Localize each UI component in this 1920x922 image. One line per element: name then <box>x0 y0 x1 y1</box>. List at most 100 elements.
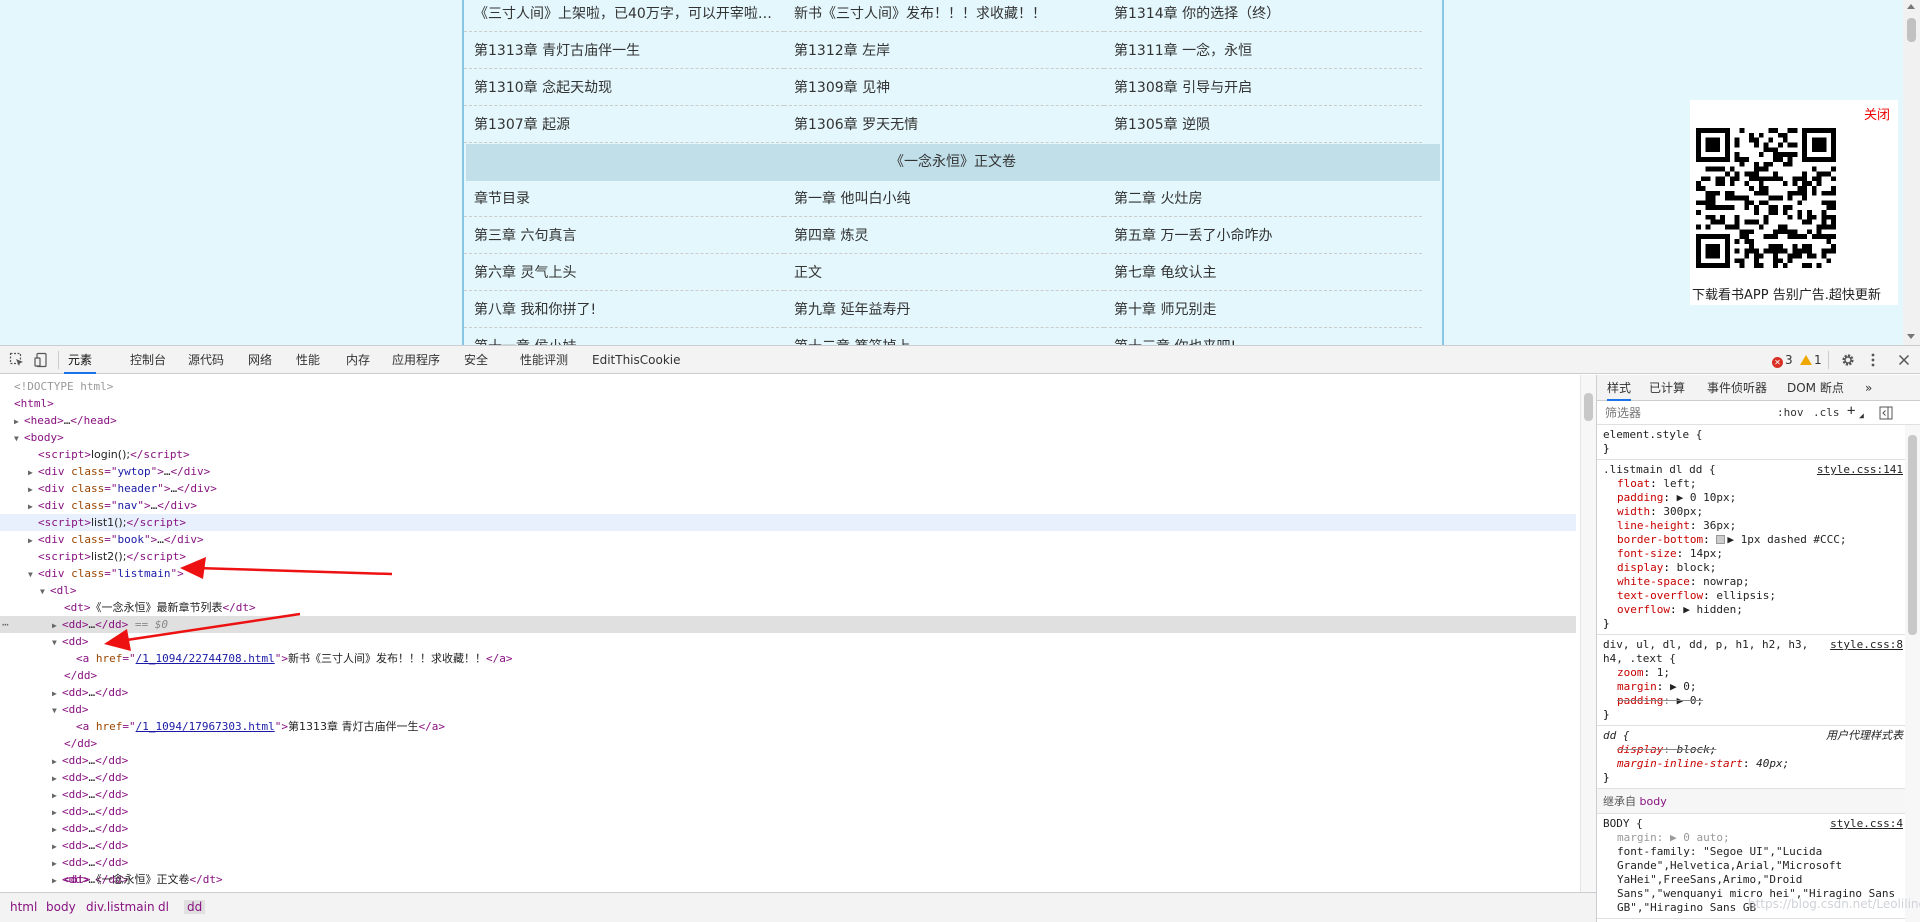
dom-a-2[interactable]: <a href="/1_1094/17967303.html">第1313章 青… <box>0 718 1576 735</box>
property-value[interactable]: ▶ 0 10px; <box>1677 491 1737 504</box>
property-value[interactable]: block; <box>1677 743 1717 756</box>
chapter-link[interactable]: 第十章 师兄别走 <box>1104 292 1422 328</box>
css-property[interactable]: display: block; <box>1603 743 1899 757</box>
chapter-link[interactable]: 第1312章 左岸 <box>784 33 1104 69</box>
ellipsis-icon[interactable]: ⋯ <box>2 616 9 633</box>
property-value[interactable]: 40px; <box>1756 757 1789 770</box>
chapter-link[interactable]: 章节目录 <box>464 181 784 217</box>
dom-dd-collapsed[interactable]: ▶ <dd>…</dd> <box>0 837 1576 854</box>
chapter-link[interactable]: 第1314章 你的选择（终） <box>1104 0 1422 32</box>
property-name[interactable]: padding <box>1617 491 1663 504</box>
chapter-link[interactable]: 第四章 炼灵 <box>784 218 1104 254</box>
devtools-tab[interactable]: 应用程序 <box>388 346 444 374</box>
chapter-link[interactable]: 第九章 延年益寿丹 <box>784 292 1104 328</box>
dom-div-nav[interactable]: ▶ <div class="nav">…</div> <box>0 497 1576 514</box>
dom-dl[interactable]: ▼ <dl> <box>0 582 1576 599</box>
css-property[interactable]: font-size: 14px; <box>1603 547 1899 561</box>
chapter-link[interactable]: 第二章 火灶房 <box>1104 181 1422 217</box>
settings-gear-icon[interactable] <box>1840 352 1856 368</box>
chapter-link[interactable]: 第五章 万一丢了小命咋办 <box>1104 218 1422 254</box>
chapter-link[interactable]: 第1305章 逆陨 <box>1104 107 1422 143</box>
chapter-link[interactable]: 新书《三寸人间》发布！！！求收藏！！ <box>784 0 1104 32</box>
class-toggle[interactable]: .cls <box>1813 406 1840 419</box>
chapter-link[interactable]: 第十一章 侯小妹 <box>464 329 784 345</box>
ad-close-button[interactable]: 关闭 <box>1864 104 1890 123</box>
expand-arrow-icon[interactable]: ▶ <box>52 685 62 702</box>
dom-dt-latest[interactable]: <dt>《一念永恒》最新章节列表</dt> <box>0 599 1576 616</box>
dom-script-list1[interactable]: <script>list1();</script> <box>0 514 1576 531</box>
new-rule-plus-icon[interactable]: + <box>1847 403 1855 419</box>
dom-dd-close-2[interactable]: </dd> <box>0 735 1576 752</box>
rule-source-link[interactable]: style.css:141 <box>1817 463 1903 477</box>
dom-dd-collapsed[interactable]: ▶ <dd>…</dd> <box>0 854 1576 871</box>
css-property[interactable]: padding: ▶ 0 10px; <box>1603 491 1899 505</box>
property-value[interactable]: ▶ 0; <box>1670 680 1697 693</box>
collapse-arrow-icon[interactable]: ▼ <box>52 702 62 719</box>
property-name[interactable]: padding <box>1617 694 1663 707</box>
elements-scrollbar[interactable] <box>1580 375 1596 892</box>
property-name[interactable]: font-size <box>1617 547 1677 560</box>
dom-div-listmain[interactable]: ▼ <div class="listmain"> <box>0 565 1576 582</box>
css-property[interactable]: white-space: nowrap; <box>1603 575 1899 589</box>
expand-arrow-icon[interactable]: ▶ <box>52 770 62 787</box>
chapter-link[interactable]: 第1308章 引导与开启 <box>1104 70 1422 106</box>
warning-count[interactable]: 1 <box>1800 353 1822 367</box>
devtools-tab[interactable]: 内存 <box>342 346 374 374</box>
dom-body[interactable]: ▼ <body> <box>0 429 1576 446</box>
hover-state-toggle[interactable]: :hov <box>1777 406 1804 419</box>
chapter-link[interactable]: 第三章 六句真言 <box>464 218 784 254</box>
expand-arrow-icon[interactable]: ▶ <box>52 855 62 872</box>
scrollbar-thumb[interactable] <box>1907 18 1916 42</box>
css-property[interactable]: float: left; <box>1603 477 1899 491</box>
rule-user-agent-dd[interactable]: dd { 用户代理样式表 display: block; margin-inlin… <box>1597 726 1905 789</box>
expand-arrow-icon[interactable]: ▶ <box>52 838 62 855</box>
breadcrumb-item[interactable]: div.listmain <box>86 900 155 914</box>
breadcrumb-item[interactable]: body <box>46 900 76 914</box>
dom-html[interactable]: <html> <box>0 395 1576 412</box>
css-property[interactable]: text-overflow: ellipsis; <box>1603 589 1899 603</box>
dom-dd-close-1[interactable]: </dd> <box>0 667 1576 684</box>
property-name[interactable]: display <box>1617 561 1663 574</box>
body-margin-prop[interactable]: margin: ▶ 0 auto; <box>1603 831 1899 845</box>
inherited-tag-link[interactable]: body <box>1640 795 1667 808</box>
css-property[interactable]: zoom: 1; <box>1603 666 1899 680</box>
css-property[interactable]: padding: ▶ 0; <box>1603 694 1899 708</box>
chapter-link[interactable]: 第1311章 一念，永恒 <box>1104 33 1422 69</box>
styles-tab[interactable]: DOM 断点 <box>1787 375 1844 401</box>
chapter-link[interactable]: 第七章 龟纹认主 <box>1104 255 1422 291</box>
property-name[interactable]: margin-inline-start <box>1617 757 1743 770</box>
rule-source-link[interactable]: style.css:4 <box>1830 817 1903 831</box>
property-name[interactable]: width <box>1617 505 1650 518</box>
chapter-link[interactable]: 第1307章 起源 <box>464 107 784 143</box>
toggle-sidebar-icon[interactable] <box>1879 406 1893 420</box>
property-value[interactable]: ▶ 1px dashed #CCC; <box>1727 533 1846 546</box>
property-value[interactable]: ellipsis; <box>1716 589 1776 602</box>
scroll-up-icon[interactable] <box>1907 4 1915 9</box>
devtools-tab[interactable]: 元素 <box>64 346 97 374</box>
chapter-link[interactable]: 第十三章 你也来吧! <box>1104 329 1422 345</box>
breadcrumb-item[interactable]: dd <box>184 900 206 914</box>
breadcrumb-item[interactable]: dl <box>158 900 169 914</box>
dom-div-book[interactable]: ▶ <div class="book">…</div> <box>0 531 1576 548</box>
chapter-link[interactable]: 正文 <box>784 255 1104 291</box>
property-value[interactable]: block; <box>1677 561 1717 574</box>
error-count[interactable]: ✕ 3 <box>1772 353 1793 368</box>
property-name[interactable]: float <box>1617 477 1650 490</box>
dom-div-header[interactable]: ▶ <div class="header">…</div> <box>0 480 1576 497</box>
css-property[interactable]: overflow: ▶ hidden; <box>1603 603 1899 617</box>
close-icon[interactable] <box>1896 352 1912 368</box>
dom-dd-selected[interactable]: ⋯ ▶ <dd>…</dd> == $0 <box>0 616 1576 633</box>
property-name[interactable]: zoom <box>1617 666 1644 679</box>
property-name[interactable]: border-bottom <box>1617 533 1703 546</box>
expand-arrow-icon[interactable]: ▶ <box>52 617 62 634</box>
expand-arrow-icon[interactable]: ▶ <box>28 498 38 515</box>
css-property[interactable]: border-bottom: ▶ 1px dashed #CCC; <box>1603 533 1899 547</box>
devtools-tab[interactable]: 网络 <box>244 346 276 374</box>
expand-arrow-icon[interactable]: ▶ <box>14 413 24 430</box>
chapter-link[interactable]: 第1313章 青灯古庙伴一生 <box>464 33 784 69</box>
css-property[interactable]: margin: ▶ 0; <box>1603 680 1899 694</box>
chapter-link[interactable]: 第六章 灵气上头 <box>464 255 784 291</box>
property-value[interactable]: left; <box>1663 477 1696 490</box>
expand-arrow-icon[interactable]: ▶ <box>52 787 62 804</box>
scroll-down-icon[interactable] <box>1907 334 1915 339</box>
